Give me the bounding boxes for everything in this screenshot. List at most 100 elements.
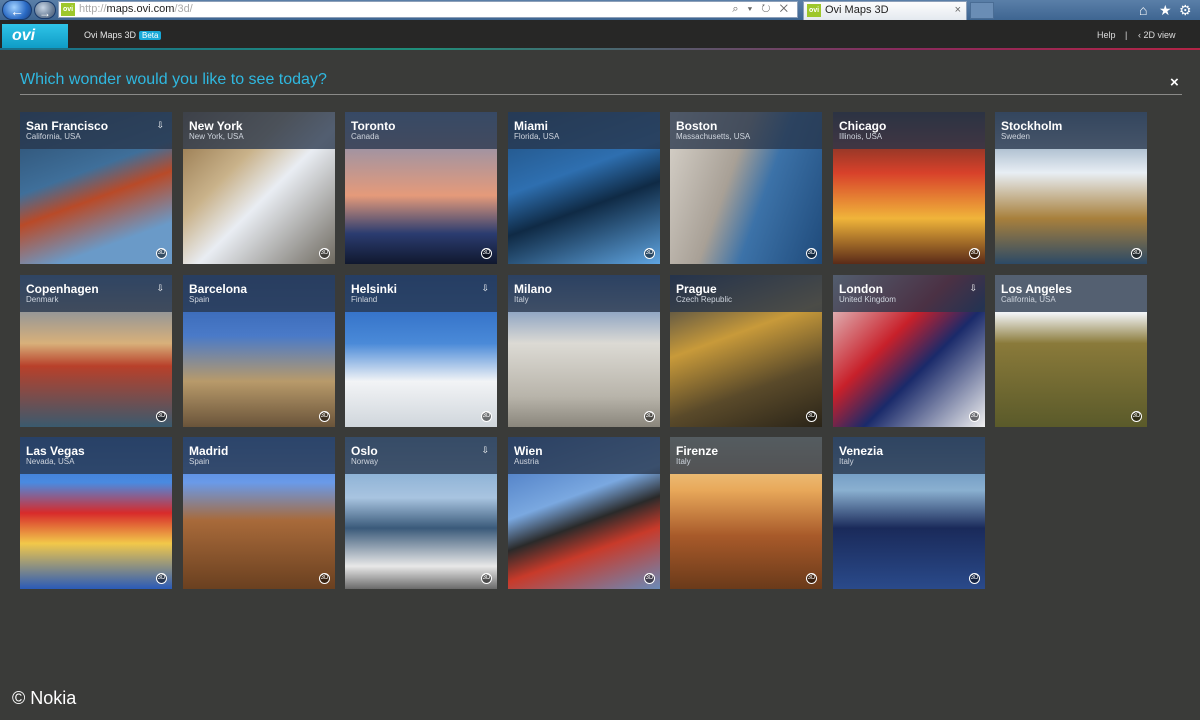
back-button[interactable]: ← [2, 0, 32, 20]
city-tile[interactable]: Venezia Italy 3D [833, 437, 985, 589]
tile-banner: Prague Czech Republic [670, 275, 822, 312]
tile-country-name: Canada [351, 132, 380, 141]
app-title-text: Ovi Maps 3D [84, 30, 137, 40]
view-3d-icon: 3D [806, 411, 817, 422]
city-tile[interactable]: San Francisco California, USA ⇩ 3D [20, 112, 172, 264]
view-3d-icon: 3D [1131, 411, 1142, 422]
url-host: maps.ovi.com [106, 3, 175, 15]
tile-country-name: United Kingdom [839, 295, 896, 304]
close-icon[interactable]: × [1170, 74, 1179, 91]
tile-city-name: Oslo [351, 444, 378, 458]
address-url[interactable]: http://maps.ovi.com/3d/ [79, 2, 193, 17]
page-question: Which wonder would you like to see today… [20, 71, 327, 88]
tile-country-name: Massachusetts, USA [676, 132, 751, 141]
url-prefix: http:// [79, 3, 107, 15]
copyright-text: © Nokia [12, 688, 77, 708]
view-3d-icon: 3D [806, 573, 817, 584]
view-2d-link[interactable]: ‹ 2D view [1138, 30, 1176, 40]
tile-city-name: Chicago [839, 119, 887, 133]
favorites-star-icon[interactable]: ★ [1159, 0, 1172, 20]
tile-city-name: New York [189, 119, 243, 133]
tile-city-name: Wien [514, 444, 543, 458]
city-tile[interactable]: Wien Austria 3D [508, 437, 660, 589]
address-bar[interactable]: ovi http://maps.ovi.com/3d/ ⌕ ▾ ↻ ✕ [58, 1, 798, 18]
new-tab-button[interactable] [970, 2, 994, 19]
forward-arrow-icon: → [39, 6, 51, 20]
tab-favicon: ovi [807, 4, 821, 17]
tile-banner: Venezia Italy [833, 437, 985, 474]
tile-city-name: Milano [514, 282, 552, 296]
tile-city-name: Helsinki [351, 282, 398, 296]
beta-badge: Beta [139, 31, 162, 40]
tile-city-name: Toronto [351, 119, 396, 133]
tile-country-name: Spain [189, 457, 210, 466]
tab-close-icon[interactable]: × [955, 2, 961, 19]
city-tile[interactable]: Boston Massachusetts, USA 3D [670, 112, 822, 264]
view-3d-icon: 3D [644, 248, 655, 259]
tools-gear-icon[interactable]: ⚙ [1179, 0, 1192, 20]
city-tile[interactable]: Copenhagen Denmark ⇩ 3D [20, 275, 172, 427]
download-icon: ⇩ [481, 283, 489, 293]
city-tile[interactable]: Toronto Canada 3D [345, 112, 497, 264]
forward-button[interactable]: → [34, 1, 56, 20]
tile-city-name: Prague [676, 282, 717, 296]
city-tile[interactable]: New York New York, USA 3D [183, 112, 335, 264]
tile-country-name: Denmark [26, 295, 59, 304]
tile-city-name: San Francisco [26, 119, 109, 133]
tile-banner: Los Angeles California, USA [995, 275, 1147, 312]
city-tile[interactable]: Miami Florida, USA 3D [508, 112, 660, 264]
view-3d-icon: 3D [969, 248, 980, 259]
city-tile[interactable]: Stockholm Sweden 3D [995, 112, 1147, 264]
city-tile[interactable]: Helsinki Finland ⇩ 3D [345, 275, 497, 427]
city-tile[interactable]: Barcelona Spain 3D [183, 275, 335, 427]
view-3d-icon: 3D [969, 573, 980, 584]
help-link[interactable]: Help [1097, 30, 1116, 40]
address-controls[interactable]: ⌕ ▾ ↻ ✕ [732, 2, 791, 17]
view-3d-icon: 3D [319, 411, 330, 422]
tile-banner: Barcelona Spain [183, 275, 335, 312]
tile-city-name: Barcelona [189, 282, 248, 296]
download-icon: ⇩ [481, 445, 489, 455]
tile-city-name: Stockholm [1001, 119, 1063, 133]
tile-banner: Miami Florida, USA [508, 112, 660, 149]
city-tile[interactable]: Oslo Norway ⇩ 3D [345, 437, 497, 589]
tile-country-name: Italy [839, 457, 854, 466]
tile-country-name: Italy [514, 295, 529, 304]
tile-country-name: California, USA [26, 132, 81, 141]
view-3d-icon: 3D [969, 411, 980, 422]
tile-banner: Chicago Illinois, USA [833, 112, 985, 149]
tile-banner: Stockholm Sweden [995, 112, 1147, 149]
tile-country-name: Norway [351, 457, 379, 466]
ovi-logo[interactable]: ovi [2, 24, 68, 48]
tile-banner: New York New York, USA [183, 112, 335, 149]
tile-banner: Boston Massachusetts, USA [670, 112, 822, 149]
browser-tab[interactable]: ovi Ovi Maps 3D × [803, 1, 967, 20]
city-tile[interactable]: Milano Italy 3D [508, 275, 660, 427]
tile-banner: Milano Italy [508, 275, 660, 312]
app-title: Ovi Maps 3D Beta [84, 30, 162, 40]
city-tile[interactable]: Firenze Italy 3D [670, 437, 822, 589]
view-3d-icon: 3D [481, 573, 492, 584]
tile-banner: Madrid Spain [183, 437, 335, 474]
back-arrow-icon: ← [10, 3, 24, 19]
view-3d-icon: 3D [481, 248, 492, 259]
tile-country-name: Austria [514, 457, 539, 466]
tile-city-name: Las Vegas [26, 444, 85, 458]
tile-banner: Copenhagen Denmark ⇩ [20, 275, 172, 312]
tile-country-name: Italy [676, 457, 691, 466]
city-tile[interactable]: Prague Czech Republic 3D [670, 275, 822, 427]
city-tile[interactable]: Los Angeles California, USA 3D [995, 275, 1147, 427]
tile-country-name: Czech Republic [676, 295, 733, 304]
download-icon: ⇩ [156, 283, 164, 293]
site-favicon: ovi [61, 3, 75, 16]
tile-country-name: New York, USA [189, 132, 244, 141]
home-icon[interactable]: ⌂ [1139, 0, 1147, 20]
tile-city-name: Copenhagen [26, 282, 99, 296]
tile-country-name: Illinois, USA [839, 132, 883, 141]
city-tile[interactable]: Madrid Spain 3D [183, 437, 335, 589]
city-tile[interactable]: Chicago Illinois, USA 3D [833, 112, 985, 264]
view-3d-icon: 3D [644, 573, 655, 584]
view-3d-icon: 3D [156, 248, 167, 259]
city-tile[interactable]: London United Kingdom ⇩ 3D [833, 275, 985, 427]
city-tile[interactable]: Las Vegas Nevada, USA 3D [20, 437, 172, 589]
